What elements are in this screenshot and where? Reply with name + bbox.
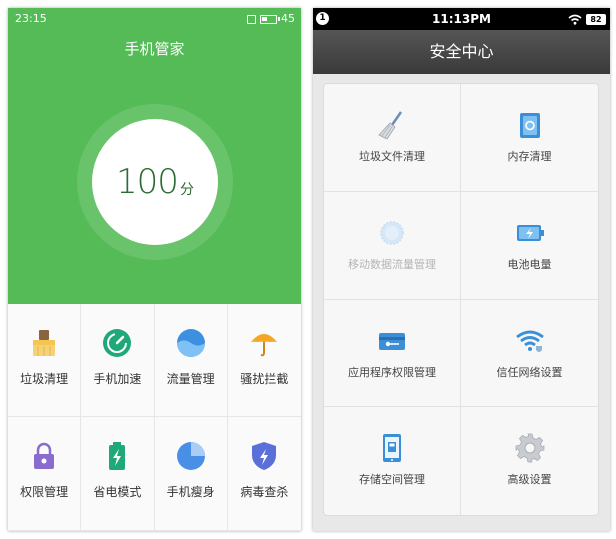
- item-trusted-network[interactable]: 信任网络设置: [461, 300, 598, 408]
- tool-label: 省电模式: [93, 485, 142, 499]
- speedometer-icon: [103, 329, 132, 357]
- tool-label: 手机加速: [93, 372, 142, 386]
- item-advanced-settings[interactable]: 高级设置: [461, 407, 598, 515]
- tool-speed-up[interactable]: 手机加速: [81, 304, 155, 417]
- tool-harass-block[interactable]: 骚扰拦截: [227, 304, 301, 417]
- water-drop-icon: [176, 329, 205, 357]
- tool-grid: 垃圾清理 手机加速 流量管理 骚扰拦截 权限管理 省电模式 手机瘦身 病毒查杀: [8, 304, 301, 531]
- wifi-shield-icon: [515, 330, 544, 352]
- tool-label: 垃圾清理: [20, 372, 69, 386]
- tool-virus-scan[interactable]: 病毒查杀: [227, 417, 301, 531]
- status-bar: 1 11:13PM 82: [313, 8, 610, 30]
- item-label: 垃圾文件清理: [359, 150, 425, 163]
- tool-traffic-manage[interactable]: 流量管理: [154, 304, 228, 417]
- battery-icon: [109, 442, 126, 470]
- item-battery-level[interactable]: 电池电量: [461, 192, 598, 300]
- tool-label: 手机瘦身: [166, 485, 215, 499]
- umbrella-icon: [251, 334, 278, 357]
- item-mobile-data-manage[interactable]: 移动数据流量管理: [324, 191, 461, 300]
- battery-icon: [516, 224, 544, 241]
- item-storage-manage[interactable]: 存储空间管理: [324, 407, 461, 515]
- item-label: 高级设置: [507, 473, 552, 487]
- battery-status-icon: 82: [586, 13, 606, 25]
- score-button[interactable]: 100 分: [92, 119, 218, 245]
- pie-chart-icon: [176, 442, 205, 470]
- page-title: 安全中心: [313, 30, 610, 74]
- data-usage-icon: [380, 221, 404, 245]
- battery-status-icon: [260, 14, 280, 24]
- item-memory-clean[interactable]: 内存清理: [461, 84, 598, 192]
- memory-chip-icon: [519, 113, 540, 138]
- tool-label: 病毒查杀: [240, 485, 289, 499]
- phone-manager-screen: 23:15 45 手机管家 100 分 垃圾清理 手机加速 流量管理 骚扰拦截 …: [8, 8, 301, 531]
- tool-label: 权限管理: [20, 485, 69, 499]
- wifi-icon: [568, 14, 582, 25]
- gear-icon: [515, 433, 544, 463]
- status-bar: 23:15 45: [8, 8, 301, 30]
- item-label: 信任网络设置: [496, 365, 563, 379]
- status-indicators: 82: [568, 8, 606, 30]
- item-label: 应用程序权限管理: [348, 365, 436, 379]
- storage-icon: [383, 434, 401, 463]
- tool-label: 骚扰拦截: [240, 372, 289, 386]
- signal-icon: [247, 14, 256, 24]
- shield-icon: [252, 442, 277, 470]
- item-junk-file-clean[interactable]: 垃圾文件清理: [324, 84, 461, 192]
- tool-phone-slim[interactable]: 手机瘦身: [154, 417, 228, 531]
- tool-label: 流量管理: [166, 372, 215, 386]
- item-label: 移动数据流量管理: [348, 257, 436, 271]
- battery-percent: 45: [281, 12, 295, 25]
- broom-icon: [378, 111, 403, 140]
- item-label: 内存清理: [507, 150, 552, 163]
- item-app-permission-manage[interactable]: 应用程序权限管理: [324, 299, 461, 408]
- tool-junk-clean[interactable]: 垃圾清理: [8, 304, 82, 417]
- key-card-icon: [379, 332, 405, 350]
- item-label: 电池电量: [507, 257, 552, 271]
- security-grid: 垃圾文件清理 内存清理 移动数据流量管理 电池电量 应用程序权限管理 信任网络设…: [323, 83, 599, 516]
- status-indicators: 45: [247, 8, 295, 30]
- score-value: 100: [116, 162, 179, 202]
- item-label: 存储空间管理: [359, 473, 425, 487]
- security-center-screen: 1 11:13PM 82 安全中心 垃圾文件清理 内存清理 移动数据流量管理 电…: [313, 8, 610, 531]
- status-time: 11:13PM: [432, 12, 491, 26]
- score-unit: 分: [179, 182, 194, 198]
- tool-power-saving[interactable]: 省电模式: [81, 417, 155, 531]
- broom-icon: [33, 330, 56, 356]
- lock-icon: [34, 442, 55, 469]
- tool-permission-manage[interactable]: 权限管理: [8, 417, 82, 531]
- status-time: 23:15: [15, 12, 47, 25]
- page-title: 手机管家: [124, 40, 185, 58]
